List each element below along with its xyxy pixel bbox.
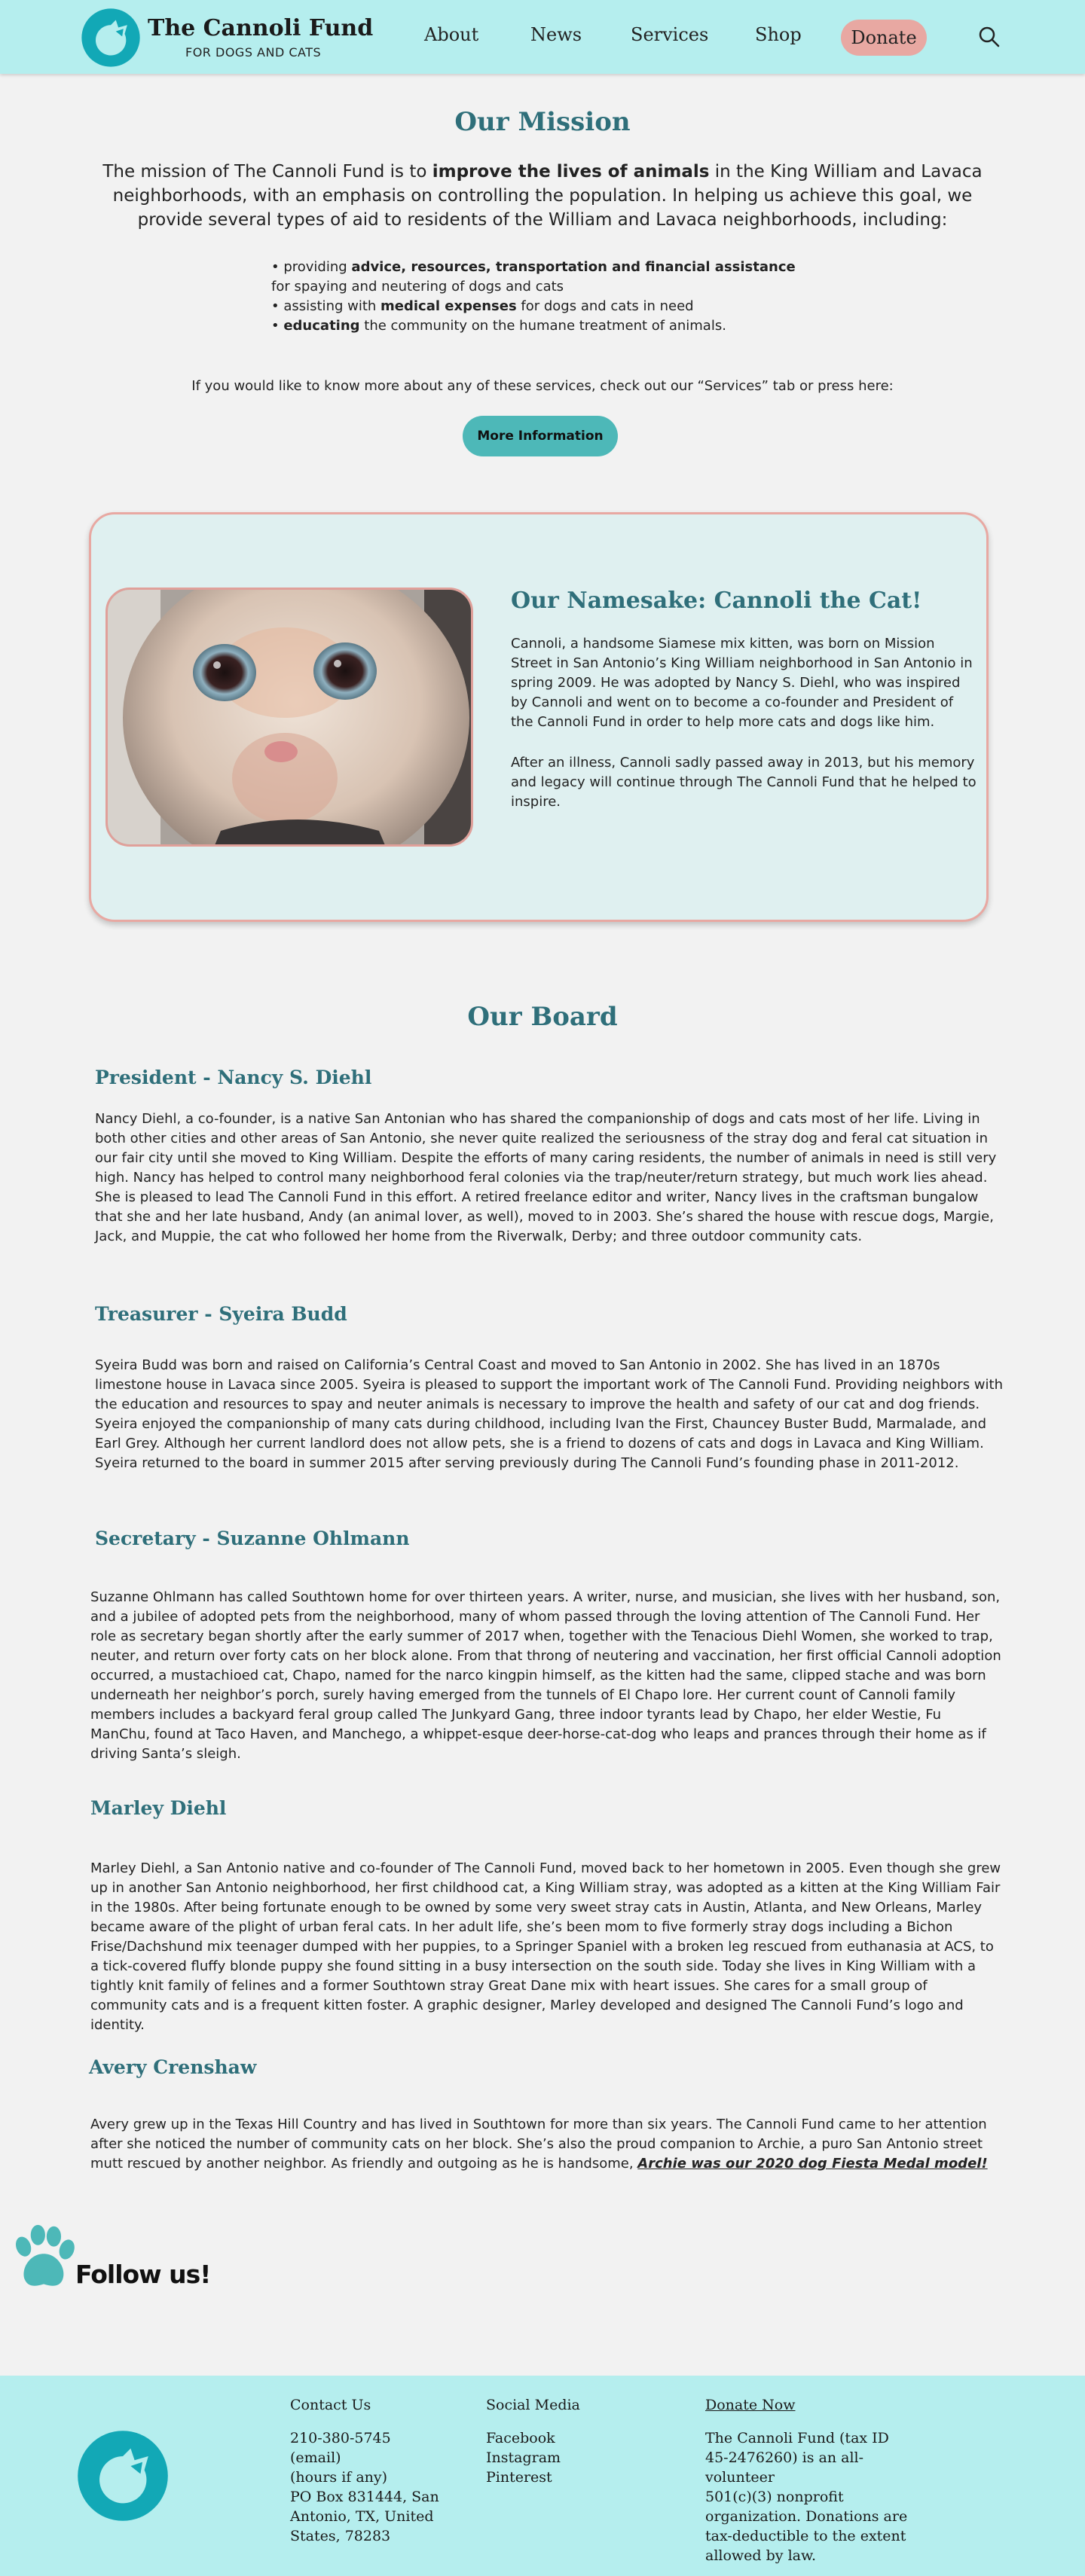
footer-social: Social Media Facebook Instagram Pinteres…	[486, 2395, 580, 2487]
board-member-name: Avery Crenshaw	[89, 2056, 257, 2078]
footer-contact-line[interactable]: (email)	[290, 2448, 439, 2468]
footer-donate-line: tax-deductible to the extent	[705, 2528, 906, 2544]
brand-subtitle: FOR DOGS AND CATS	[185, 45, 322, 60]
footer-contact: Contact Us 210-380-5745 (email) (hours i…	[290, 2395, 439, 2546]
footer-donate-line: 501(c)(3) nonprofit	[705, 2489, 844, 2505]
board-member-bio: Marley Diehl, a San Antonio native and c…	[90, 1860, 1001, 2033]
footer-logo-icon[interactable]	[74, 2427, 172, 2525]
mission-intro-bold: improve the lives of animals	[432, 162, 710, 182]
footer-donate-line: The Cannoli Fund (tax ID	[705, 2430, 889, 2446]
footer-contact-heading: Contact Us	[290, 2397, 371, 2413]
list-item: • providing advice, resources, transport…	[271, 259, 796, 295]
footer-donate-line: 45-2476260) is an all-volunteer	[705, 2449, 864, 2486]
footer-donate: Donate Now The Cannoli Fund (tax ID 45-2…	[705, 2395, 931, 2565]
namesake-paragraph-2: After an illness, Cannoli sadly passed a…	[511, 755, 976, 810]
mission-cta-text: If you would like to know more about any…	[191, 378, 894, 394]
mission-intro: The mission of The Cannoli Fund is to im…	[98, 160, 987, 232]
footer-contact-line: (hours if any)	[290, 2469, 388, 2486]
footer-donate-line: allowed by law.	[705, 2547, 817, 2564]
board-member-name: Treasurer - Syeira Budd	[95, 1303, 347, 1325]
mission-intro-pre: The mission of The Cannoli Fund is to	[102, 162, 432, 182]
cannoli-cat-photo	[105, 588, 473, 847]
board-member-name: Secretary - Suzanne Ohlmann	[95, 1528, 410, 1549]
board-member-bio: Syeira Budd was born and raised on Calif…	[95, 1357, 1003, 1471]
nav-shop[interactable]: Shop	[755, 24, 802, 45]
archie-fiesta-link[interactable]: Archie was our 2020 dog Fiesta Medal mod…	[637, 2156, 987, 2172]
footer-contact-line[interactable]: 210-380-5745	[290, 2428, 439, 2448]
footer-contact-line: States, 78283	[290, 2528, 391, 2544]
namesake-paragraph-1: Cannoli, a handsome Siamese mix kitten, …	[511, 636, 973, 730]
board-member-name: President - Nancy S. Diehl	[95, 1067, 372, 1088]
site-header: The Cannoli Fund FOR DOGS AND CATS About…	[0, 0, 1085, 74]
instagram-link[interactable]: Instagram	[486, 2448, 580, 2468]
namesake-title: Our Namesake: Cannoli the Cat!	[511, 588, 922, 614]
mission-title: Our Mission	[454, 107, 631, 137]
footer-contact-line: PO Box 831444, San	[290, 2489, 439, 2505]
nav-news[interactable]: News	[530, 24, 582, 45]
brand-title[interactable]: The Cannoli Fund	[148, 15, 373, 41]
search-icon[interactable]	[978, 26, 1001, 48]
list-item: • assisting with medical expenses for do…	[271, 298, 694, 314]
cat-face-image	[108, 590, 471, 844]
paw-icon[interactable]	[8, 2222, 80, 2294]
board-title: Our Board	[467, 1002, 618, 1032]
nav-services[interactable]: Services	[631, 24, 708, 45]
donate-button[interactable]: Donate	[841, 20, 927, 56]
mission-list: • providing advice, resources, transport…	[271, 258, 814, 336]
footer-donate-line: organization. Donations are	[705, 2508, 908, 2525]
pinterest-link[interactable]: Pinterest	[486, 2468, 580, 2487]
board-member-name: Marley Diehl	[90, 1797, 227, 1819]
board-member-bio: Suzanne Ohlmann has called Southtown hom…	[90, 1589, 1001, 1762]
nav-about[interactable]: About	[424, 24, 478, 45]
donate-now-link[interactable]: Donate Now	[705, 2395, 931, 2415]
board-member-bio: Nancy Diehl, a co-founder, is a native S…	[95, 1111, 997, 1244]
cannoli-logo-icon[interactable]	[79, 6, 142, 69]
footer-social-heading: Social Media	[486, 2397, 580, 2413]
facebook-link[interactable]: Facebook	[486, 2428, 580, 2448]
follow-us-label: Follow us!	[75, 2260, 211, 2289]
more-information-button[interactable]: More Information	[463, 416, 618, 456]
footer-contact-line: Antonio, TX, United	[290, 2508, 434, 2525]
board-member-bio: Avery grew up in the Texas Hill Country …	[90, 2117, 988, 2172]
list-item: • educating the community on the humane …	[271, 318, 726, 334]
